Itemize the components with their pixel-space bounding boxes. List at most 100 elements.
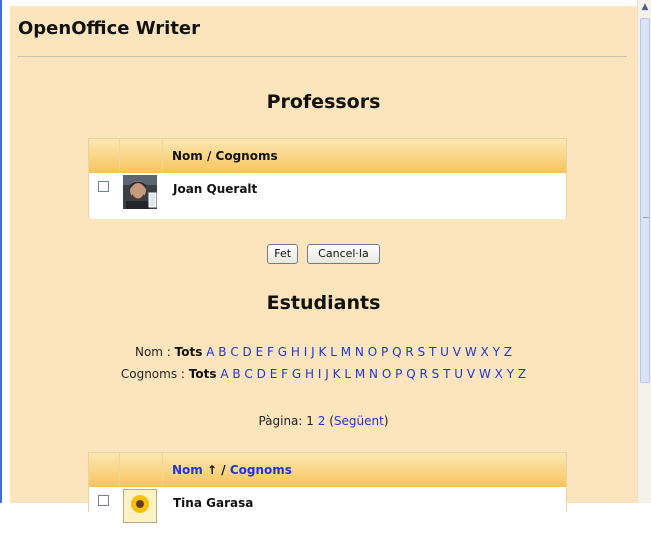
last-name-filter-label: Cognoms — [120, 367, 178, 381]
last-name-letter-link[interactable]: D — [257, 367, 266, 381]
last-name-letter-links: A B C D E F G H I J K L M N O P Q R S T … — [220, 367, 526, 381]
done-button[interactable]: Fet — [267, 244, 299, 264]
student-avatar — [123, 489, 157, 523]
first-name-letter-link[interactable]: P — [381, 345, 388, 359]
last-name-letter-link[interactable]: Z — [518, 367, 526, 381]
students-section-title: Estudiants — [266, 292, 381, 314]
last-name-letter-link[interactable]: Q — [406, 367, 415, 381]
first-name-letter-link[interactable]: H — [291, 345, 300, 359]
first-name-letter-link[interactable]: U — [440, 345, 449, 359]
first-name-letter-link[interactable]: N — [355, 345, 364, 359]
enrol-actions: Fet Cancel·la — [10, 244, 637, 264]
sort-ascending-icon: ↑ — [206, 463, 218, 477]
last-name-letter-link[interactable]: I — [318, 367, 322, 381]
first-name-letter-link[interactable]: O — [368, 345, 377, 359]
select-student-checkbox[interactable] — [98, 495, 109, 506]
next-close-paren: ) — [383, 414, 389, 428]
last-name-letter-link[interactable]: O — [382, 367, 391, 381]
first-name-letter-link[interactable]: T — [429, 345, 436, 359]
last-name-letter-link[interactable]: J — [325, 367, 329, 381]
last-name-letter-link[interactable]: S — [432, 367, 440, 381]
first-name-letter-link[interactable]: M — [341, 345, 351, 359]
students-table-header: Nom ↑ / Cognoms — [89, 453, 566, 487]
last-name-letter-link[interactable]: U — [454, 367, 463, 381]
last-name-letter-link[interactable]: N — [369, 367, 378, 381]
last-name-letter-link[interactable]: M — [355, 367, 365, 381]
header-separator: / — [221, 463, 226, 477]
select-teacher-checkbox[interactable] — [98, 181, 109, 192]
filter-separator: : — [162, 345, 175, 359]
first-name-letter-link[interactable]: J — [311, 345, 315, 359]
last-name-letter-link[interactable]: E — [270, 367, 278, 381]
first-name-letter-link[interactable]: C — [230, 345, 238, 359]
last-name-letter-link[interactable]: B — [232, 367, 240, 381]
vertical-scrollbar[interactable]: ▲ — [637, 0, 651, 503]
last-name-filter: Cognoms : Tots A B C D E F G H I J K L M… — [10, 367, 637, 381]
last-name-letter-link[interactable]: T — [443, 367, 450, 381]
table-row: Tina Garasa — [89, 487, 566, 533]
first-name-letter-link[interactable]: Q — [392, 345, 401, 359]
students-name-column-header: Nom ↑ / Cognoms — [172, 463, 292, 477]
page-title: OpenOffice Writer — [18, 18, 201, 39]
first-name-letter-link[interactable]: E — [256, 345, 264, 359]
last-name-letter-link[interactable]: W — [479, 367, 491, 381]
pagination-label: Pàgina: — [258, 414, 303, 428]
first-name-filter-label: Nom — [134, 345, 163, 359]
first-name-filter: Nom : Tots A B C D E F G H I J K L M N O… — [10, 345, 637, 359]
last-name-letter-link[interactable]: Y — [507, 367, 514, 381]
first-name-letter-link[interactable]: W — [465, 345, 477, 359]
first-name-letter-link[interactable]: Y — [493, 345, 500, 359]
title-divider — [17, 56, 627, 57]
scroll-grip-icon — [643, 217, 649, 218]
last-name-letter-link[interactable]: R — [419, 367, 427, 381]
last-name-filter-all[interactable]: Tots — [189, 367, 217, 381]
first-name-letter-links: A B C D E F G H I J K L M N O P Q R S T … — [206, 345, 512, 359]
first-name-letter-link[interactable]: A — [206, 345, 214, 359]
teacher-name[interactable]: Joan Queralt — [173, 182, 257, 196]
teachers-section-title: Professors — [266, 91, 381, 113]
column-separator — [119, 453, 120, 487]
filter-separator: : — [177, 367, 189, 381]
teacher-avatar — [123, 175, 157, 209]
last-name-letter-link[interactable]: C — [244, 367, 252, 381]
teachers-name-column-header[interactable]: Nom / Cognoms — [172, 149, 278, 163]
sort-by-first-name-link[interactable]: Nom — [172, 463, 203, 477]
last-name-letter-link[interactable]: V — [467, 367, 475, 381]
first-name-filter-all[interactable]: Tots — [175, 345, 203, 359]
first-name-letter-link[interactable]: G — [278, 345, 287, 359]
current-page: 1 — [306, 414, 314, 428]
last-name-letter-link[interactable]: L — [344, 367, 351, 381]
last-name-letter-link[interactable]: A — [220, 367, 228, 381]
sort-by-surname-link[interactable]: Cognoms — [230, 463, 292, 477]
last-name-letter-link[interactable]: X — [495, 367, 503, 381]
first-name-letter-link[interactable]: K — [319, 345, 327, 359]
scroll-up-icon[interactable]: ▲ — [639, 0, 651, 14]
teachers-table: Nom / Cognoms Joan Queralt — [88, 138, 567, 219]
first-name-letter-link[interactable]: S — [418, 345, 426, 359]
last-name-letter-link[interactable]: K — [333, 367, 341, 381]
first-name-letter-link[interactable]: V — [453, 345, 461, 359]
first-name-letter-link[interactable]: R — [405, 345, 413, 359]
first-name-letter-link[interactable]: Z — [504, 345, 512, 359]
last-name-letter-link[interactable]: F — [281, 367, 288, 381]
first-name-letter-link[interactable]: F — [267, 345, 274, 359]
left-gutter — [2, 0, 10, 503]
first-name-letter-link[interactable]: B — [218, 345, 226, 359]
pagination: Pàgina: 1 2 (Següent) — [10, 414, 637, 428]
last-name-letter-link[interactable]: H — [305, 367, 314, 381]
next-page-link[interactable]: Següent — [334, 414, 384, 428]
cancel-button[interactable]: Cancel·la — [307, 244, 380, 264]
first-name-letter-link[interactable]: I — [304, 345, 308, 359]
scroll-thumb[interactable] — [640, 18, 650, 383]
column-separator — [162, 453, 163, 487]
first-name-letter-link[interactable]: D — [243, 345, 252, 359]
last-name-letter-link[interactable]: G — [292, 367, 301, 381]
teachers-table-header: Nom / Cognoms — [89, 139, 566, 173]
table-row: Joan Queralt — [89, 173, 566, 219]
page-2-link[interactable]: 2 — [318, 414, 326, 428]
student-name[interactable]: Tina Garasa — [173, 496, 253, 510]
column-separator — [162, 139, 163, 173]
first-name-letter-link[interactable]: L — [330, 345, 337, 359]
last-name-letter-link[interactable]: P — [395, 367, 402, 381]
first-name-letter-link[interactable]: X — [481, 345, 489, 359]
